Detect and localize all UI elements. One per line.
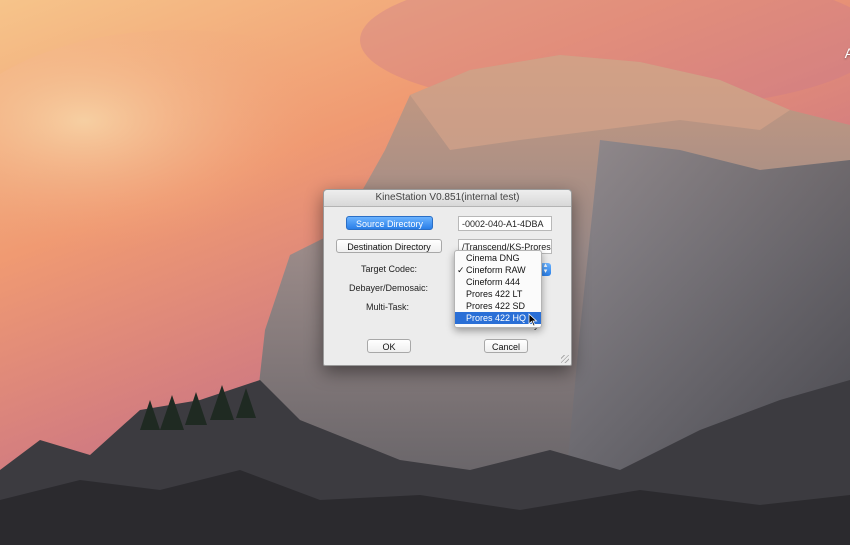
mouse-cursor-icon <box>528 313 538 327</box>
source-directory-field[interactable]: -0002-040-A1-4DBA <box>458 216 552 231</box>
menu-item-label: Prores 422 SD <box>466 301 526 311</box>
desktop-corner-text: A <box>844 45 850 61</box>
menu-item-prores-422-sd[interactable]: Prores 422 SD <box>455 300 541 312</box>
menu-item-label: Prores 422 HQ <box>466 313 527 323</box>
menu-item-label: Cineform 444 <box>466 277 521 287</box>
destination-directory-button[interactable]: Destination Directory <box>336 239 442 253</box>
debayer-label: Debayer/Demosaic: <box>349 283 429 293</box>
target-codec-label: Target Codec: <box>361 264 418 274</box>
menu-item-prores-422-lt[interactable]: Prores 422 LT <box>455 288 541 300</box>
source-directory-button[interactable]: Source Directory <box>346 216 433 230</box>
dialog-title: KineStation V0.851(internal test) <box>375 192 520 203</box>
menu-item-label: Cineform RAW <box>466 265 526 275</box>
menu-item-cineform-raw[interactable]: ✓ Cineform RAW <box>455 264 541 276</box>
ok-button[interactable]: OK <box>367 339 411 353</box>
resize-grip[interactable] <box>561 355 569 363</box>
menu-item-label: Cinema DNG <box>466 253 520 263</box>
cancel-button[interactable]: Cancel <box>484 339 528 353</box>
menu-item-cineform-444[interactable]: Cineform 444 <box>455 276 541 288</box>
multitask-label: Multi-Task: <box>366 302 410 312</box>
checkmark-icon: ✓ <box>457 265 465 275</box>
dialog-titlebar[interactable]: KineStation V0.851(internal test) <box>324 190 571 207</box>
menu-item-cinema-dng[interactable]: Cinema DNG <box>455 252 541 264</box>
menu-item-label: Prores 422 LT <box>466 289 523 299</box>
